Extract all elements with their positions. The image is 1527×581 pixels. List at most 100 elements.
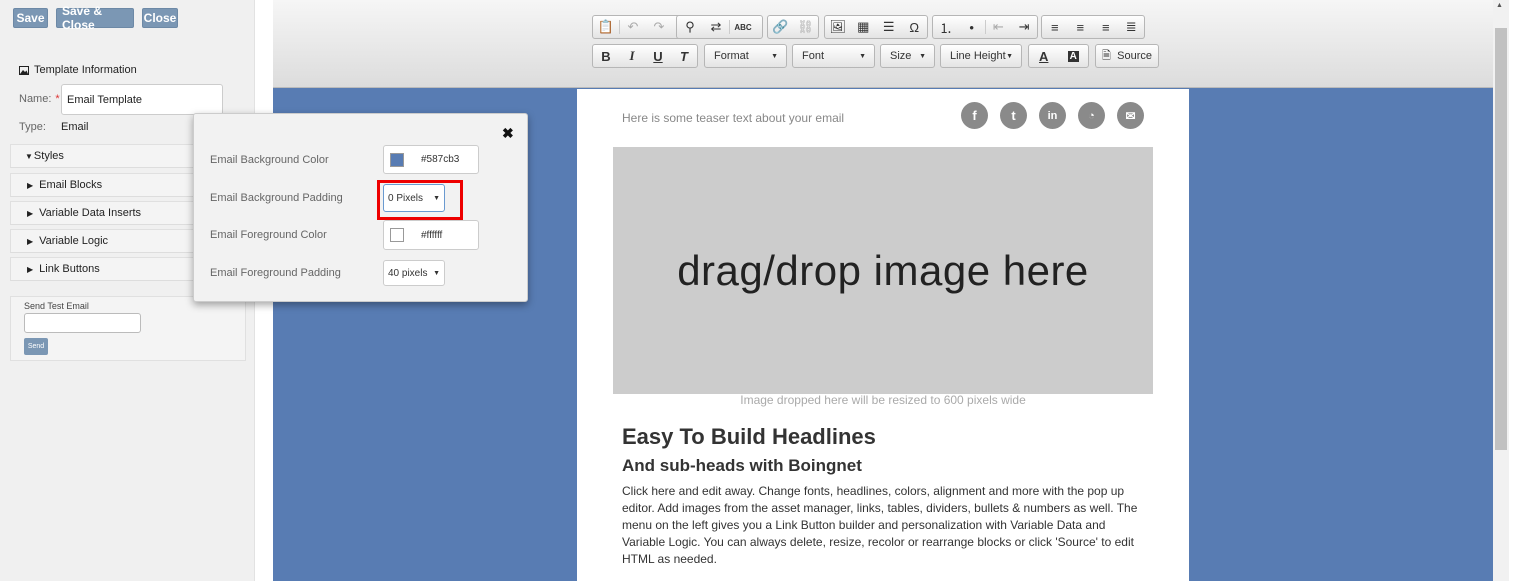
align-right-icon[interactable]: ≡ bbox=[1093, 16, 1119, 38]
highlight-box bbox=[377, 180, 463, 220]
caret-right-icon: ▶ bbox=[27, 208, 34, 218]
align-group: ≡ ≡ ≡ ≣ bbox=[1041, 15, 1145, 39]
facebook-icon[interactable]: f bbox=[961, 102, 988, 129]
align-center-icon[interactable]: ≡ bbox=[1068, 16, 1094, 38]
image-caption: Image dropped here will be resized to 60… bbox=[740, 393, 1026, 407]
bold-icon[interactable]: B bbox=[593, 45, 619, 67]
image-icon[interactable]: 🖼 bbox=[825, 16, 851, 38]
fg-color-value: #ffffff bbox=[421, 229, 443, 241]
email-body[interactable]: Here is some teaser text about your emai… bbox=[577, 89, 1189, 581]
search-icon[interactable]: ⚲ bbox=[677, 16, 703, 38]
paste-icon[interactable]: 📋 bbox=[593, 16, 619, 38]
caret-down-icon: ▼ bbox=[25, 151, 33, 161]
line-height-dropdown[interactable]: Line Height ▼ bbox=[940, 44, 1022, 68]
horizontal-rule-icon[interactable]: ☰ bbox=[876, 16, 902, 38]
close-icon[interactable]: ✖ bbox=[502, 125, 514, 142]
image-dropzone-label: drag/drop image here bbox=[677, 246, 1089, 294]
undo-icon[interactable]: ↶ bbox=[620, 16, 646, 38]
accordion-variable-data-label: Variable Data Inserts bbox=[39, 207, 142, 219]
bg-color-swatch[interactable] bbox=[390, 152, 404, 167]
redo-icon[interactable]: ↷ bbox=[646, 16, 672, 38]
spellcheck-icon[interactable]: ABC bbox=[730, 16, 756, 38]
special-char-icon[interactable]: Ω bbox=[902, 16, 928, 38]
find-group: ⚲ ⇄ ABC bbox=[676, 15, 763, 39]
send-test-email-box: Send Test Email Send bbox=[10, 296, 246, 361]
indent-icon[interactable]: ⇥ bbox=[1011, 16, 1037, 38]
caret-right-icon: ▶ bbox=[27, 264, 34, 274]
fg-color-swatch[interactable] bbox=[390, 228, 404, 242]
chevron-down-icon: ▼ bbox=[433, 269, 440, 277]
fg-padding-label: Email Foreground Padding bbox=[210, 267, 341, 279]
link-group: 🔗 ⛓ bbox=[767, 15, 819, 39]
close-button[interactable]: Close bbox=[142, 8, 178, 28]
outdent-icon[interactable]: ⇤ bbox=[985, 16, 1011, 38]
insert-group: 🖼 ▦ ☰ Ω bbox=[824, 15, 928, 39]
chevron-down-icon: ▼ bbox=[919, 52, 926, 60]
fg-color-field[interactable]: #ffffff bbox=[383, 220, 479, 250]
replace-icon[interactable]: ⇄ bbox=[703, 16, 729, 38]
list-group: ⒈ • ⇤ ⇥ bbox=[932, 15, 1038, 39]
caret-right-icon: ▶ bbox=[27, 236, 34, 246]
bg-color-field[interactable]: #587cb3 bbox=[383, 145, 479, 174]
accordion-link-buttons-label: Link Buttons bbox=[39, 263, 100, 275]
bg-color-label: Email Background Color bbox=[210, 154, 329, 166]
scrollbar-thumb[interactable] bbox=[1495, 28, 1507, 450]
unlink-icon[interactable]: ⛓ bbox=[793, 16, 818, 38]
save-close-button[interactable]: Save & Close bbox=[56, 4, 134, 32]
chevron-down-icon: ▼ bbox=[859, 52, 866, 60]
fg-color-label: Email Foreground Color bbox=[210, 229, 327, 241]
template-name-input[interactable]: Email Template bbox=[61, 84, 223, 115]
bulleted-list-icon[interactable]: • bbox=[959, 16, 985, 38]
tumblr-icon[interactable]: t bbox=[1000, 102, 1027, 129]
source-label: Source bbox=[1117, 50, 1152, 62]
scroll-up-icon[interactable]: ▲ bbox=[1496, 2, 1503, 9]
teaser-text[interactable]: Here is some teaser text about your emai… bbox=[622, 111, 844, 125]
type-label: Type: bbox=[19, 121, 46, 133]
text-color-icon[interactable]: A bbox=[1029, 45, 1059, 67]
template-info-header: Template Information bbox=[19, 64, 137, 76]
bg-padding-label: Email Background Padding bbox=[210, 192, 343, 204]
remove-format-icon[interactable]: T bbox=[671, 45, 697, 67]
send-test-email-label: Send Test Email bbox=[24, 301, 89, 311]
fg-padding-value: 40 pixels bbox=[388, 267, 428, 279]
size-dropdown[interactable]: Size ▼ bbox=[880, 44, 935, 68]
linkedin-icon[interactable]: in bbox=[1039, 102, 1066, 129]
accordion-variable-logic-label: Variable Logic bbox=[39, 235, 109, 247]
link-icon[interactable]: 🔗 bbox=[768, 16, 793, 38]
accordion-email-blocks-label: Email Blocks bbox=[39, 179, 103, 191]
fg-padding-select[interactable]: 40 pixels ▼ bbox=[383, 260, 445, 286]
test-email-input[interactable] bbox=[24, 313, 141, 333]
font-dropdown[interactable]: Font ▼ bbox=[792, 44, 875, 68]
underline-icon[interactable]: U bbox=[645, 45, 671, 67]
accordion-styles-label: Styles bbox=[33, 150, 64, 162]
color-group: A A bbox=[1028, 44, 1089, 68]
right-margin bbox=[1509, 0, 1527, 581]
format-label: Format bbox=[714, 50, 749, 62]
caret-right-icon: ▶ bbox=[27, 180, 34, 190]
subhead[interactable]: And sub-heads with Boingnet bbox=[622, 456, 862, 476]
bg-color-icon[interactable]: A bbox=[1059, 45, 1089, 67]
numbered-list-icon[interactable]: ⒈ bbox=[933, 16, 959, 38]
bg-color-value: #587cb3 bbox=[421, 154, 460, 165]
headline[interactable]: Easy To Build Headlines bbox=[622, 424, 876, 450]
styles-popup: ✖ Email Background Color #587cb3 Email B… bbox=[193, 113, 528, 302]
send-button[interactable]: Send bbox=[24, 338, 48, 355]
text-style-group: B I U T bbox=[592, 44, 698, 68]
image-dropzone[interactable]: drag/drop image here bbox=[613, 147, 1153, 394]
font-label: Font bbox=[802, 50, 825, 62]
type-value: Email bbox=[61, 121, 89, 133]
editor-toolbar: 📋 ↶ ↷ ⚲ ⇄ ABC 🔗 ⛓ 🖼 ▦ ☰ Ω ⒈ • ⇤ ⇥ ≡ ≡ ≡ … bbox=[273, 0, 1493, 88]
mail-icon[interactable]: ✉ bbox=[1117, 102, 1144, 129]
align-left-icon[interactable]: ≡ bbox=[1042, 16, 1068, 38]
italic-icon[interactable]: I bbox=[619, 45, 645, 67]
template-info-title: Template Information bbox=[34, 64, 137, 76]
chevron-down-icon: ▼ bbox=[771, 52, 778, 60]
save-button[interactable]: Save bbox=[13, 8, 48, 28]
align-justify-icon[interactable]: ≣ bbox=[1119, 16, 1145, 38]
body-text[interactable]: Click here and edit away. Change fonts, … bbox=[622, 483, 1146, 568]
source-button[interactable]: 🗎 Source bbox=[1095, 44, 1159, 68]
source-icon: 🗎 bbox=[1102, 49, 1111, 62]
rss-icon[interactable]: ◔ bbox=[1078, 102, 1105, 129]
format-dropdown[interactable]: Format ▼ bbox=[704, 44, 787, 68]
table-icon[interactable]: ▦ bbox=[851, 16, 877, 38]
